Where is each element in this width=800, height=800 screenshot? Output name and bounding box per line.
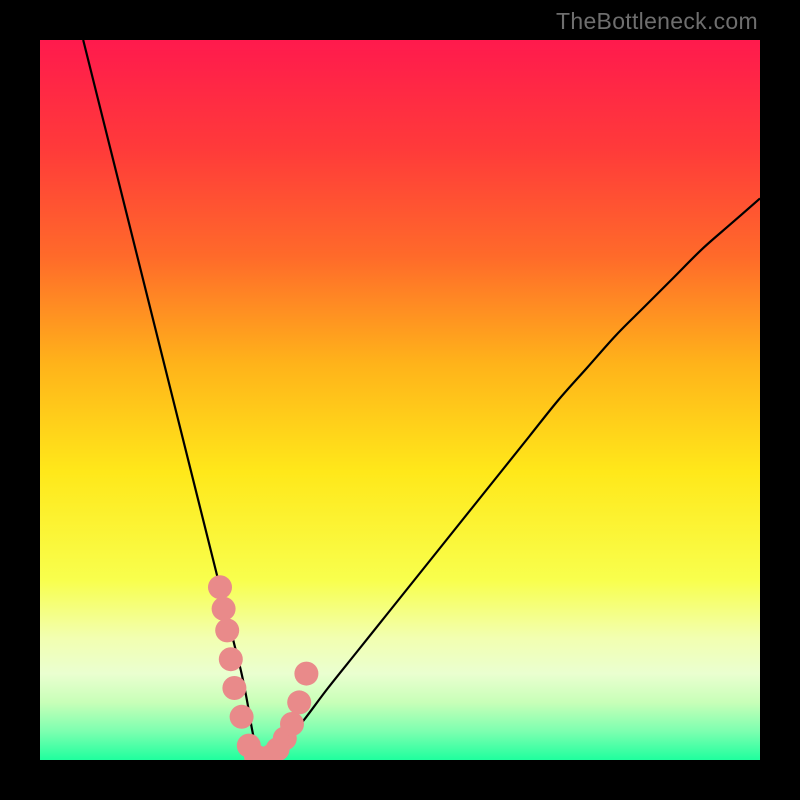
watermark-text: TheBottleneck.com [556,8,758,35]
curve-marker [287,690,311,714]
curve-marker [208,575,232,599]
curve-marker [230,705,254,729]
plot-area [40,40,760,760]
curve-marker [215,618,239,642]
gradient-background [40,40,760,760]
curve-marker [219,647,243,671]
curve-marker [294,662,318,686]
curve-marker [222,676,246,700]
curve-marker [212,597,236,621]
curve-marker [280,712,304,736]
chart-frame: TheBottleneck.com [0,0,800,800]
chart-svg [40,40,760,760]
